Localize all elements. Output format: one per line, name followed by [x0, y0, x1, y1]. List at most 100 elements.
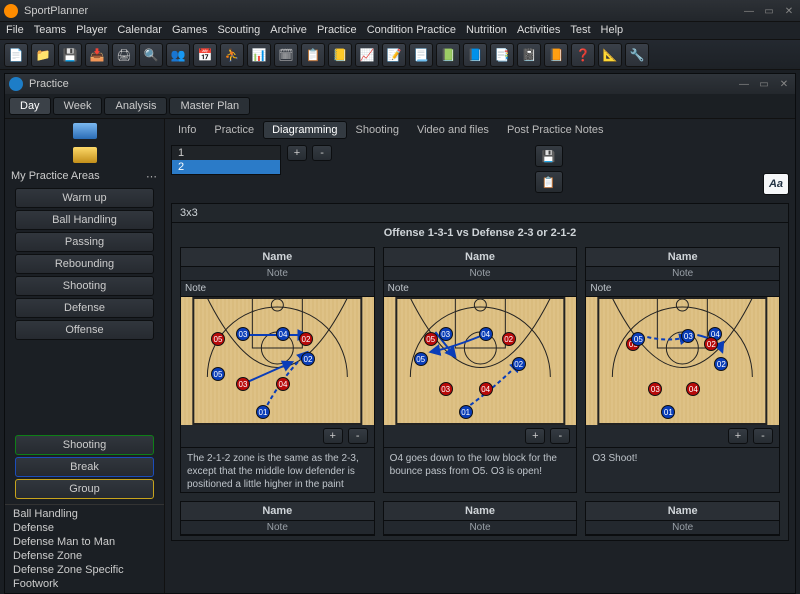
- clipboard-button[interactable]: 📋: [535, 171, 563, 193]
- open-folder-icon[interactable]: [73, 147, 97, 163]
- menu-teams[interactable]: Teams: [34, 24, 66, 37]
- menu-file[interactable]: File: [6, 24, 24, 37]
- menu-calendar[interactable]: Calendar: [117, 24, 162, 37]
- view-tab-master-plan[interactable]: Master Plan: [169, 97, 250, 115]
- diagram-remove-button[interactable]: -: [550, 428, 570, 444]
- menu-games[interactable]: Games: [172, 24, 207, 37]
- area-shooting[interactable]: Shooting: [15, 276, 154, 296]
- toolbar-btn-19[interactable]: 📓: [517, 43, 541, 67]
- expand-areas-button[interactable]: ⋯: [146, 170, 158, 183]
- new-doc-icon[interactable]: [73, 123, 97, 139]
- sequence-list[interactable]: 12: [171, 145, 281, 175]
- toolbar-btn-16[interactable]: 📗: [436, 43, 460, 67]
- diagram-add-button[interactable]: +: [323, 428, 343, 444]
- toolbar-btn-15[interactable]: 📃: [409, 43, 433, 67]
- toolbar-btn-7[interactable]: 📅: [193, 43, 217, 67]
- subwin-close-button[interactable]: ✕: [777, 79, 791, 89]
- diagram-remove-button[interactable]: -: [753, 428, 773, 444]
- toolbar-btn-2[interactable]: 💾: [58, 43, 82, 67]
- menu-nutrition[interactable]: Nutrition: [466, 24, 507, 37]
- toolbar-btn-17[interactable]: 📘: [463, 43, 487, 67]
- list-item[interactable]: Defense: [13, 521, 156, 535]
- text-style-button[interactable]: Aa: [763, 173, 789, 195]
- area-defense[interactable]: Defense: [15, 298, 154, 318]
- diagram-remove-button[interactable]: -: [348, 428, 368, 444]
- main-toolbar: 📄📁💾📥🖨🔍👥📅⛹📊🗓📋📒📈📝📃📗📘📑📓📙❓📐🔧: [0, 40, 800, 70]
- add-sequence-button[interactable]: +: [287, 145, 307, 161]
- toolbar-btn-23[interactable]: 🔧: [625, 43, 649, 67]
- player-marker: 02: [301, 352, 315, 366]
- player-marker: 04: [276, 327, 290, 341]
- area-rebounding[interactable]: Rebounding: [15, 254, 154, 274]
- sidebar: My Practice Areas⋯ Warm upBall HandlingP…: [5, 119, 165, 593]
- toolbar-btn-10[interactable]: 🗓: [274, 43, 298, 67]
- toolbar-btn-9[interactable]: 📊: [247, 43, 271, 67]
- view-tab-analysis[interactable]: Analysis: [104, 97, 167, 115]
- category-list[interactable]: Ball HandlingDefenseDefense Man to ManDe…: [5, 504, 164, 593]
- menu-activities[interactable]: Activities: [517, 24, 560, 37]
- toolbar-btn-13[interactable]: 📈: [355, 43, 379, 67]
- session-group[interactable]: Group: [15, 479, 154, 499]
- player-marker: 05: [414, 352, 428, 366]
- diagram-note-field[interactable]: Note: [181, 281, 374, 297]
- area-warm-up[interactable]: Warm up: [15, 188, 154, 208]
- diagram-note-static: Note: [586, 267, 779, 281]
- diagram-add-button[interactable]: +: [525, 428, 545, 444]
- content-tab-video-and-files[interactable]: Video and files: [408, 121, 498, 139]
- toolbar-btn-4[interactable]: 🖨: [112, 43, 136, 67]
- content-tab-diagramming[interactable]: Diagramming: [263, 121, 346, 139]
- minimize-button[interactable]: —: [742, 6, 756, 16]
- area-ball-handling[interactable]: Ball Handling: [15, 210, 154, 230]
- diagram-note-field[interactable]: Note: [586, 281, 779, 297]
- area-passing[interactable]: Passing: [15, 232, 154, 252]
- remove-sequence-button[interactable]: -: [312, 145, 332, 161]
- toolbar-btn-14[interactable]: 📝: [382, 43, 406, 67]
- menu-archive[interactable]: Archive: [270, 24, 307, 37]
- menu-player[interactable]: Player: [76, 24, 107, 37]
- maximize-button[interactable]: ▭: [762, 6, 776, 16]
- content-tab-info[interactable]: Info: [169, 121, 205, 139]
- close-button[interactable]: ✕: [782, 6, 796, 16]
- area-offense[interactable]: Offense: [15, 320, 154, 340]
- toolbar-btn-8[interactable]: ⛹: [220, 43, 244, 67]
- list-item[interactable]: Ball Handling: [13, 507, 156, 521]
- view-tab-week[interactable]: Week: [53, 97, 103, 115]
- menu-test[interactable]: Test: [570, 24, 590, 37]
- content-tab-post-practice-notes[interactable]: Post Practice Notes: [498, 121, 613, 139]
- toolbar-btn-3[interactable]: 📥: [85, 43, 109, 67]
- toolbar-btn-0[interactable]: 📄: [4, 43, 28, 67]
- subwin-minimize-button[interactable]: —: [737, 79, 751, 89]
- subwin-maximize-button[interactable]: ▭: [757, 79, 771, 89]
- toolbar-btn-22[interactable]: 📐: [598, 43, 622, 67]
- court-diagram[interactable]: 010304040502050203: [586, 297, 779, 425]
- sequence-row[interactable]: 2: [172, 160, 280, 174]
- content-tab-shooting[interactable]: Shooting: [347, 121, 408, 139]
- menu-scouting[interactable]: Scouting: [217, 24, 260, 37]
- court-diagram[interactable]: 010304050205020304: [181, 297, 374, 425]
- toolbar-btn-6[interactable]: 👥: [166, 43, 190, 67]
- sequence-row[interactable]: 1: [172, 146, 280, 160]
- list-item[interactable]: Defense Zone: [13, 549, 156, 563]
- content-tab-practice[interactable]: Practice: [205, 121, 263, 139]
- list-item[interactable]: Footwork: [13, 577, 156, 591]
- court-diagram[interactable]: 010304050502030402: [384, 297, 577, 425]
- toolbar-btn-11[interactable]: 📋: [301, 43, 325, 67]
- toolbar-btn-20[interactable]: 📙: [544, 43, 568, 67]
- menu-condition-practice[interactable]: Condition Practice: [367, 24, 456, 37]
- diagram-note-field[interactable]: Note: [384, 281, 577, 297]
- session-shooting[interactable]: Shooting: [15, 435, 154, 455]
- toolbar-btn-5[interactable]: 🔍: [139, 43, 163, 67]
- toolbar-btn-18[interactable]: 📑: [490, 43, 514, 67]
- save-diagram-button[interactable]: 💾: [535, 145, 563, 167]
- list-item[interactable]: Defense Man to Man: [13, 535, 156, 549]
- toolbar-btn-1[interactable]: 📁: [31, 43, 55, 67]
- diagram-description: The 2-1-2 zone is the same as the 2-3, e…: [181, 448, 374, 492]
- view-tab-day[interactable]: Day: [9, 97, 51, 115]
- menu-practice[interactable]: Practice: [317, 24, 357, 37]
- toolbar-btn-12[interactable]: 📒: [328, 43, 352, 67]
- diagram-add-button[interactable]: +: [728, 428, 748, 444]
- menu-help[interactable]: Help: [601, 24, 624, 37]
- toolbar-btn-21[interactable]: ❓: [571, 43, 595, 67]
- player-marker: 05: [211, 332, 225, 346]
- session-break[interactable]: Break: [15, 457, 154, 477]
